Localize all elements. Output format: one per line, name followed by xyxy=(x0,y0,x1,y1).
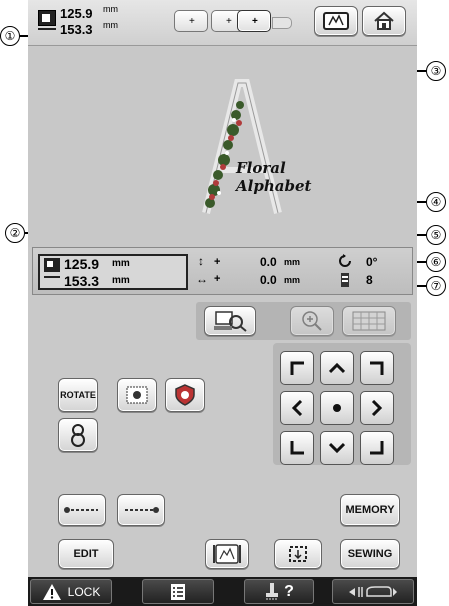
edit-button[interactable]: EDIT xyxy=(58,539,114,569)
move-left-button[interactable] xyxy=(280,391,314,425)
lock-label: LOCK xyxy=(67,584,101,599)
help-label: ? xyxy=(284,582,294,600)
center-dot-icon xyxy=(333,404,341,412)
presser-foot-arrows-icon xyxy=(349,585,397,597)
arrow-down-icon xyxy=(329,442,345,454)
move-down-right-button[interactable] xyxy=(360,431,394,465)
hoop-large-icon: + xyxy=(237,10,271,32)
dashed-line-right-icon xyxy=(125,507,159,513)
v-offset-value: 0.0 xyxy=(260,255,277,269)
checklist-icon xyxy=(171,583,185,600)
memory-button[interactable]: MEMORY xyxy=(340,494,400,526)
warning-icon xyxy=(42,583,61,600)
hoop-extra-icon xyxy=(272,17,292,29)
rotation-icon xyxy=(339,254,351,267)
frame-trace-icon xyxy=(213,544,241,564)
top-height-unit: mm xyxy=(103,4,118,14)
callout-6: ⑥ xyxy=(426,252,446,272)
home-icon xyxy=(374,11,394,30)
angle-value: 0° xyxy=(366,255,378,269)
help-button[interactable]: ? xyxy=(244,579,314,604)
info-width-unit: mm xyxy=(112,275,130,286)
density-button[interactable] xyxy=(165,378,205,412)
magnify-preview-icon xyxy=(214,311,247,332)
info-height-value: 125.9 xyxy=(64,256,100,272)
frame-trace-button[interactable] xyxy=(205,539,249,569)
top-width-value: 153.3 xyxy=(60,22,93,37)
move-up-button[interactable] xyxy=(320,351,354,385)
dashed-frame-icon xyxy=(289,546,307,562)
callout-5: ⑤ xyxy=(426,225,446,245)
machine-screen: 125.9 mm 153.3 mm + + + Floral Alphabet … xyxy=(28,0,417,606)
image-frame-icon xyxy=(126,386,148,404)
image-button[interactable] xyxy=(117,378,157,412)
v-offset-sign: + xyxy=(214,256,221,268)
width-icon xyxy=(44,276,60,278)
top-height-value: 125.9 xyxy=(60,6,93,21)
grid-button[interactable] xyxy=(342,306,396,336)
preview-text-line1: Floral xyxy=(236,159,286,177)
info-height-unit: mm xyxy=(112,258,130,269)
move-down-button[interactable] xyxy=(320,431,354,465)
h-offset-sign: + xyxy=(214,273,221,285)
grid-icon xyxy=(352,311,386,331)
h-offset-value: 0.0 xyxy=(260,273,277,287)
stitch-left-button[interactable] xyxy=(58,494,106,526)
top-width-unit: mm xyxy=(103,20,118,30)
move-up-right-button[interactable] xyxy=(360,351,394,385)
callout-4: ④ xyxy=(426,192,446,212)
arrow-up-icon xyxy=(329,362,345,374)
settings-list-button[interactable] xyxy=(142,579,214,604)
presser-foot-button[interactable] xyxy=(332,579,414,604)
repeat-button[interactable] xyxy=(58,418,98,452)
horizontal-offset-icon: ↔ xyxy=(196,272,208,286)
arrow-up-right-icon xyxy=(370,361,384,375)
zoom-in-icon xyxy=(302,311,322,331)
callout-2: ② xyxy=(5,223,25,243)
preview-button[interactable] xyxy=(204,306,256,336)
v-offset-unit: mm xyxy=(284,257,301,267)
home-button[interactable] xyxy=(362,6,406,36)
callout-7: ⑦ xyxy=(426,276,446,296)
move-up-left-button[interactable] xyxy=(280,351,314,385)
arrow-up-left-icon xyxy=(290,361,304,375)
width-arrow-icon xyxy=(38,28,56,30)
stitch-right-button[interactable] xyxy=(117,494,165,526)
hoop-small-icon: + xyxy=(174,10,208,32)
arrow-right-icon xyxy=(371,400,383,416)
letter-a-pattern xyxy=(202,79,282,214)
move-right-button[interactable] xyxy=(360,391,394,425)
zoom-button[interactable] xyxy=(290,306,334,336)
machine-icon xyxy=(266,582,279,599)
lock-button[interactable]: LOCK xyxy=(30,579,112,604)
vertical-offset-icon: ↕ xyxy=(198,254,204,268)
sewing-button[interactable]: SEWING xyxy=(340,539,400,569)
shield-icon xyxy=(175,384,195,406)
arrow-left-icon xyxy=(291,400,303,416)
move-center-button[interactable] xyxy=(320,391,354,425)
frame-display-button[interactable] xyxy=(314,6,358,36)
arrow-down-right-icon xyxy=(370,441,384,455)
arrow-down-left-icon xyxy=(290,441,304,455)
rotate-button[interactable]: ROTATE xyxy=(58,378,98,412)
figure-eight-icon xyxy=(71,424,85,447)
height-icon xyxy=(44,258,60,272)
hoop-frame-icon xyxy=(323,12,349,30)
thread-spool-icon xyxy=(341,273,349,287)
info-width-value: 153.3 xyxy=(64,273,100,289)
page: ① ② ③ ④ ⑤ ⑥ ⑦ 125.9 mm 153.3 mm + + + Fl… xyxy=(0,0,449,606)
h-offset-unit: mm xyxy=(284,275,301,285)
pattern-size-icon xyxy=(38,10,56,26)
trial-button[interactable] xyxy=(274,539,322,569)
callout-1: ① xyxy=(0,26,20,46)
preview-text-line2: Alphabet xyxy=(236,177,312,195)
move-down-left-button[interactable] xyxy=(280,431,314,465)
color-count-value: 8 xyxy=(366,273,373,287)
callout-3: ③ xyxy=(426,61,446,81)
dashed-line-left-icon xyxy=(64,507,98,513)
